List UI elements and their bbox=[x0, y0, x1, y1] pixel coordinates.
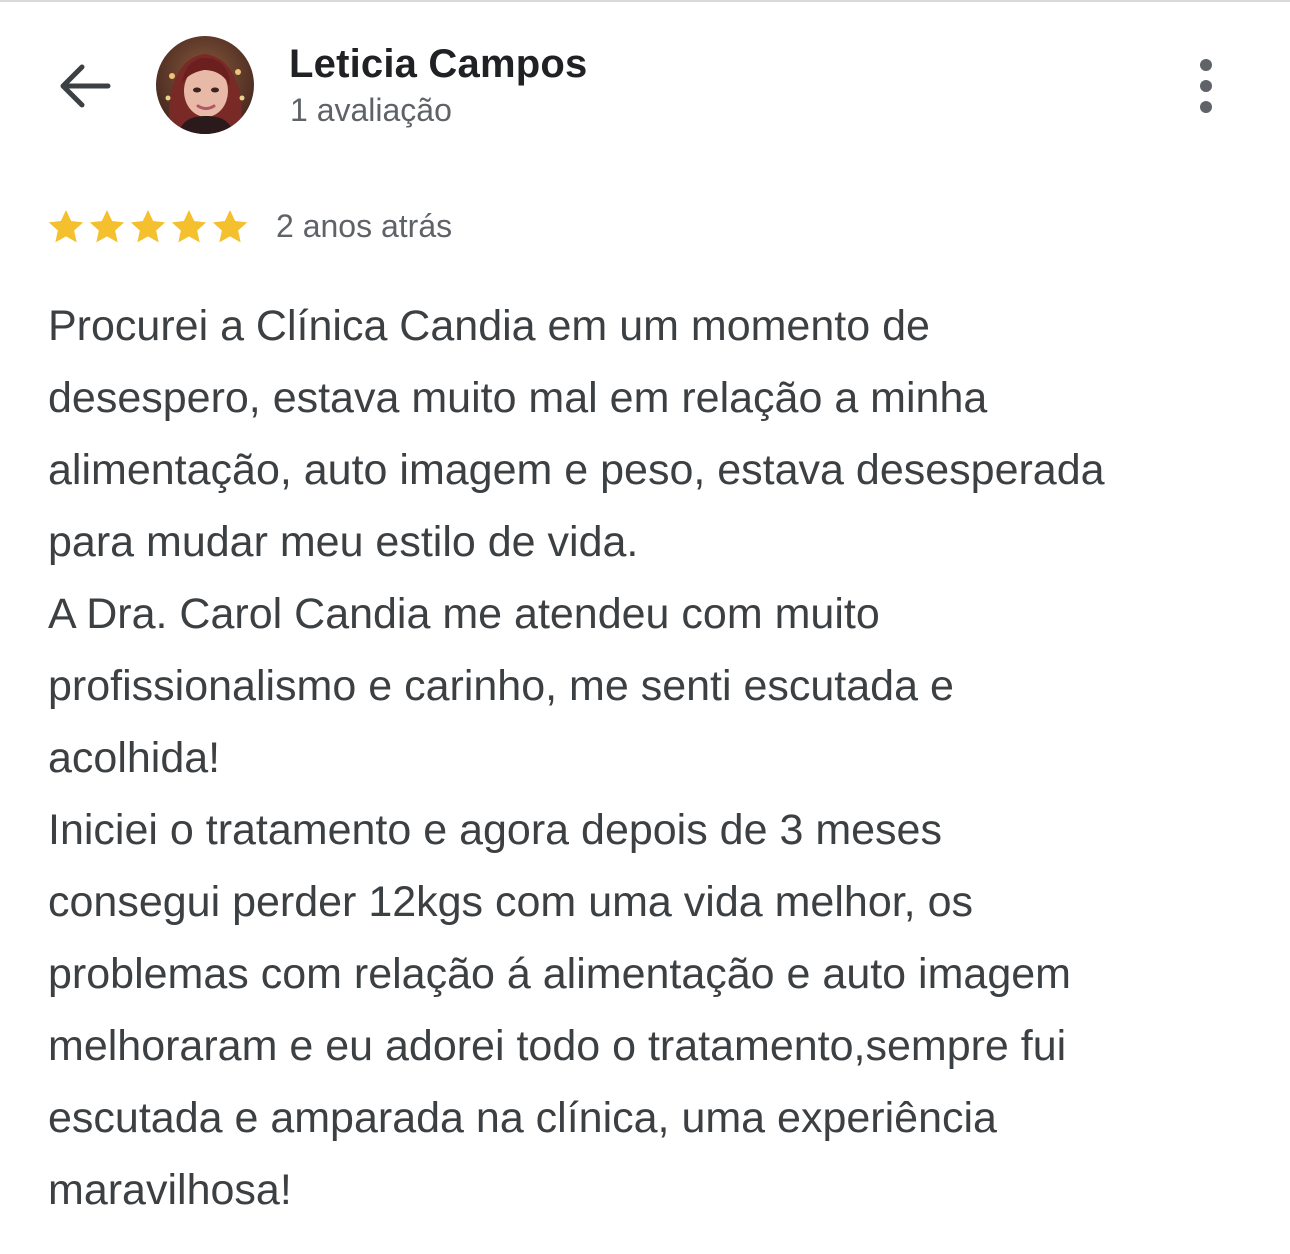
review-text-line: acolhida! bbox=[48, 734, 221, 782]
star-icon bbox=[89, 210, 125, 243]
review-text-line: maravilhosa! bbox=[48, 1166, 292, 1214]
avatar-photo bbox=[156, 36, 254, 134]
review-text: Procurei a Clínica Candia em um momento … bbox=[48, 290, 1263, 1226]
star-rating bbox=[46, 207, 250, 247]
back-button[interactable] bbox=[40, 46, 128, 126]
review-time: 2 anos atrás bbox=[276, 208, 453, 244]
review-text-line: escutada e amparada na clínica, uma expe… bbox=[48, 1094, 997, 1142]
more-options-button[interactable] bbox=[1178, 52, 1234, 120]
star-icon bbox=[212, 210, 248, 243]
review-count: 1 avaliação bbox=[290, 92, 452, 128]
review-text-line: Procurei a Clínica Candia em um momento … bbox=[48, 302, 930, 350]
review-text-line: consegui perder 12kgs com uma vida melho… bbox=[48, 878, 973, 926]
review-text-line: problemas com relação á alimentação e au… bbox=[48, 950, 1071, 998]
more-vertical-icon-dot bbox=[1200, 80, 1212, 92]
review-text-line: profissionalismo e carinho, me senti esc… bbox=[48, 662, 954, 710]
avatar[interactable] bbox=[156, 36, 254, 134]
review-text-line: A Dra. Carol Candia me atendeu com muito bbox=[48, 590, 880, 638]
review-text-line: desespero, estava muito mal em relação a… bbox=[48, 374, 988, 422]
review-text-line: Iniciei o tratamento e agora depois de 3… bbox=[48, 806, 942, 854]
more-vertical-icon-dot bbox=[1200, 101, 1212, 113]
reviewer-name[interactable]: Leticia Campos bbox=[289, 42, 587, 87]
star-icon bbox=[48, 210, 84, 243]
arrow-left-icon bbox=[60, 64, 111, 108]
review-text-line: alimentação, auto imagem e peso, estava … bbox=[48, 446, 1105, 494]
more-vertical-icon bbox=[1200, 59, 1212, 71]
review-text-line: melhoraram e eu adorei todo o tratamento… bbox=[48, 1022, 1067, 1070]
star-icon bbox=[171, 210, 207, 243]
review-detail-page: Leticia Campos 1 avaliação 2 anos atrás … bbox=[0, 0, 1290, 1254]
review-text-line: para mudar meu estilo de vida. bbox=[48, 518, 639, 566]
star-icon bbox=[130, 210, 166, 243]
